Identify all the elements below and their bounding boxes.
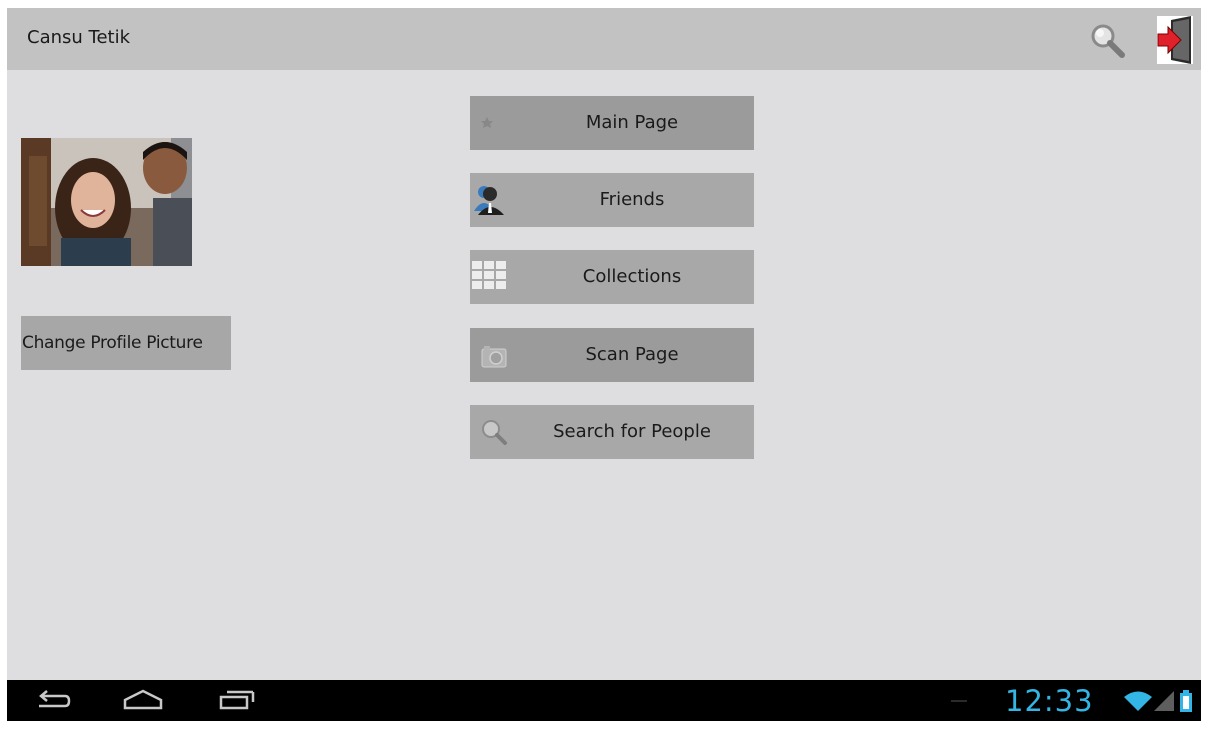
collections-button[interactable]: Collections [470, 250, 754, 304]
logout-icon[interactable] [1155, 14, 1195, 66]
search-icon [472, 413, 510, 451]
grid-icon [472, 258, 510, 296]
page-title: Cansu Tetik [27, 27, 131, 48]
change-profile-picture-label: Change Profile Picture [22, 333, 203, 353]
main-page-button[interactable]: Main Page [470, 96, 754, 150]
home-icon[interactable] [121, 688, 165, 716]
scan-page-button[interactable]: Scan Page [470, 328, 754, 382]
main-page-label: Main Page [585, 112, 679, 133]
star-icon [472, 104, 510, 142]
friends-label: Friends [599, 189, 665, 210]
change-profile-picture-button[interactable]: Change Profile Picture [21, 316, 231, 370]
system-nav-bar: 12:33 [7, 680, 1201, 721]
collections-label: Collections [582, 266, 682, 287]
app-screen: Cansu Tetik Change Profile Picture Main … [7, 8, 1201, 721]
signal-icon [1153, 690, 1175, 716]
search-for-people-label: Search for People [553, 421, 711, 442]
status-clock: 12:33 [1005, 684, 1094, 718]
profile-photo [21, 138, 192, 266]
action-bar: Cansu Tetik [7, 8, 1201, 70]
friends-button[interactable]: Friends [470, 173, 754, 227]
battery-icon [1179, 690, 1193, 716]
search-for-people-button[interactable]: Search for People [470, 405, 754, 459]
back-icon[interactable] [33, 688, 73, 716]
wifi-icon [1123, 690, 1153, 716]
person-icon [472, 181, 510, 219]
scan-page-label: Scan Page [585, 344, 679, 365]
status-divider [951, 700, 967, 702]
recent-apps-icon[interactable] [217, 688, 257, 716]
camera-icon [472, 336, 510, 374]
search-icon[interactable] [1087, 20, 1127, 60]
